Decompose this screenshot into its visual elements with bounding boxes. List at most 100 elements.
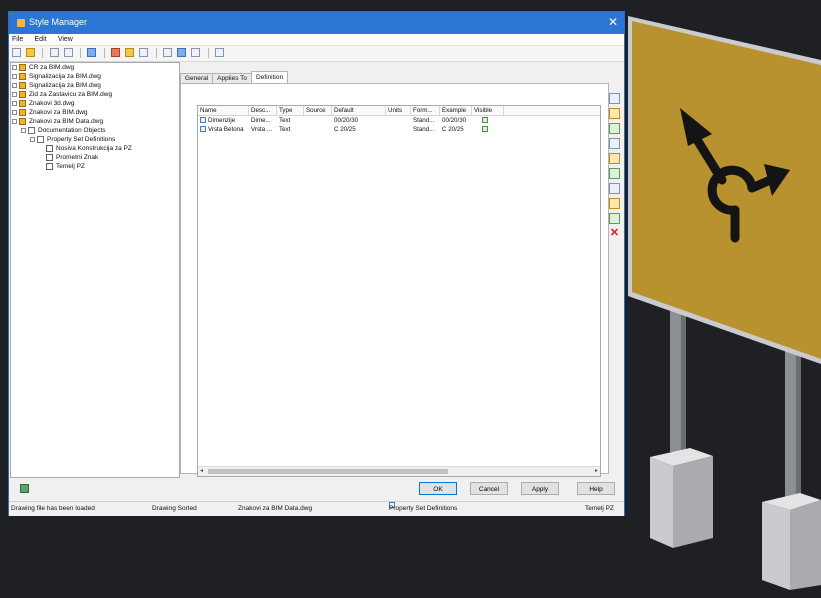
tree-expand-icon[interactable] bbox=[21, 128, 26, 133]
edit-style-icon[interactable] bbox=[110, 48, 120, 57]
tree-item[interactable]: Znakovi za BIM.dwg bbox=[11, 108, 179, 117]
cell-default: C 20/25 bbox=[334, 126, 356, 133]
visible-checkbox[interactable] bbox=[482, 117, 488, 123]
tree-expand-icon[interactable] bbox=[12, 65, 17, 70]
column-description[interactable]: Desc... bbox=[249, 106, 277, 115]
filter-icon[interactable] bbox=[177, 48, 187, 57]
add-automatic-property-icon[interactable] bbox=[609, 108, 620, 119]
new-style-icon[interactable] bbox=[125, 48, 135, 57]
folder-icon bbox=[37, 136, 44, 143]
status-message: Drawing file has been loaded bbox=[11, 505, 95, 512]
set-from-icon[interactable] bbox=[139, 48, 149, 57]
tree-item[interactable]: Temelj PZ bbox=[11, 162, 179, 171]
cancel-button[interactable]: Cancel bbox=[470, 482, 508, 495]
dwg-file-icon bbox=[19, 118, 26, 125]
filter-style-type-icon[interactable] bbox=[162, 48, 172, 57]
menu-view[interactable]: View bbox=[58, 34, 73, 45]
cell-visible bbox=[472, 125, 504, 134]
tree-item[interactable]: Zid za Zastavicu za BIM.dwg bbox=[11, 90, 179, 99]
tree-expand-icon[interactable] bbox=[12, 83, 17, 88]
open-drawing-icon[interactable] bbox=[26, 48, 36, 57]
table-row[interactable]: Vrsta Betona Vrsta ... Text C 20/25 Stan… bbox=[198, 125, 600, 134]
help-icon[interactable] bbox=[214, 48, 224, 57]
column-visible[interactable]: Visible bbox=[472, 106, 504, 115]
apply-button[interactable]: Apply bbox=[521, 482, 559, 495]
cell-description: Vrsta ... bbox=[251, 126, 273, 133]
edit-property-icon[interactable] bbox=[609, 213, 620, 224]
tree-item[interactable]: Znakovi za BIM Data.dwg bbox=[11, 117, 179, 126]
tree-expand-icon[interactable] bbox=[12, 74, 17, 79]
column-source[interactable]: Source bbox=[304, 106, 332, 115]
style-manager-window: Style Manager ✕ File Edit View CR za BIM… bbox=[8, 11, 625, 516]
view-options-icon[interactable] bbox=[191, 48, 201, 57]
tree-expand-icon[interactable] bbox=[12, 119, 17, 124]
sign-post-left-side bbox=[681, 300, 686, 452]
tree-item-label: Nosiva Konstrukcija za PZ bbox=[56, 145, 132, 152]
copy-icon[interactable] bbox=[49, 48, 59, 57]
tree-item[interactable]: Property Set Definitions bbox=[11, 135, 179, 144]
scroll-right-arrow-icon[interactable]: ▸ bbox=[595, 467, 598, 476]
tree-item[interactable]: Signalizacija za BIM.dwg bbox=[11, 81, 179, 90]
table-row[interactable]: Dimenzije Dime... Text 00/20/30 Stand...… bbox=[198, 116, 600, 125]
purge-icon[interactable] bbox=[87, 48, 97, 57]
tree-expand-icon[interactable] bbox=[12, 110, 17, 115]
foundation-left bbox=[650, 448, 713, 548]
column-default[interactable]: Default bbox=[332, 106, 386, 115]
style-manager-status-icon bbox=[20, 484, 29, 493]
close-window-icon[interactable]: ✕ bbox=[608, 15, 618, 29]
paste-icon[interactable] bbox=[63, 48, 73, 57]
folder-icon bbox=[28, 127, 35, 134]
status-category: Property Set Definitions bbox=[389, 505, 458, 512]
toolbar-separator bbox=[207, 48, 209, 58]
add-project-icon[interactable] bbox=[609, 198, 620, 209]
style-tree[interactable]: CR za BIM.dwg Signalizacija za BIM.dwg Sig… bbox=[10, 62, 180, 478]
tree-expand-icon[interactable] bbox=[12, 101, 17, 106]
property-definition-grid[interactable]: Name Desc... Type Source Default Units F… bbox=[197, 105, 601, 477]
tree-item[interactable]: Nosiva Konstrukcija za PZ bbox=[11, 144, 179, 153]
add-classification-icon[interactable] bbox=[609, 153, 620, 164]
sign-post-right-side bbox=[796, 345, 801, 500]
status-sort: Drawing Sorted bbox=[152, 505, 197, 512]
tree-item[interactable]: Signalizacija za BIM.dwg bbox=[11, 72, 179, 81]
add-formula-icon[interactable] bbox=[609, 123, 620, 134]
add-material-icon[interactable] bbox=[609, 168, 620, 179]
property-icon bbox=[200, 117, 206, 123]
add-graphic-icon[interactable] bbox=[609, 183, 620, 194]
tree-item[interactable]: Prometni Znak bbox=[11, 153, 179, 162]
tree-expand-icon[interactable] bbox=[12, 92, 17, 97]
sign-post-right bbox=[785, 345, 796, 500]
cell-example: C 20/25 bbox=[442, 126, 464, 133]
tree-expand-icon[interactable] bbox=[30, 137, 35, 142]
toolbar-separator bbox=[103, 48, 105, 58]
dwg-file-icon bbox=[19, 73, 26, 80]
definition-panel: General Applies To Definition Name Desc...… bbox=[180, 71, 609, 477]
scroll-left-arrow-icon[interactable]: ◂ bbox=[200, 467, 203, 476]
scrollbar-thumb[interactable] bbox=[208, 469, 448, 474]
column-type[interactable]: Type bbox=[277, 106, 304, 115]
column-example[interactable]: Example bbox=[440, 106, 472, 115]
tree-item[interactable]: Documentation Objects bbox=[11, 126, 179, 135]
new-drawing-icon[interactable] bbox=[12, 48, 21, 57]
column-format[interactable]: Form... bbox=[411, 106, 440, 115]
add-property-icon[interactable] bbox=[609, 93, 620, 104]
column-units[interactable]: Units bbox=[386, 106, 411, 115]
delete-icon[interactable]: ✕ bbox=[609, 228, 620, 239]
cell-format: Stand... bbox=[413, 126, 435, 133]
property-actions: ✕ bbox=[609, 93, 623, 243]
ok-button[interactable]: OK bbox=[419, 482, 457, 495]
menu-edit[interactable]: Edit bbox=[35, 34, 47, 45]
tree-item-label: Znakovi 3d.dwg bbox=[29, 100, 75, 107]
add-location-icon[interactable] bbox=[609, 138, 620, 149]
property-name: Dimenzije bbox=[208, 117, 236, 124]
tree-item[interactable]: CR za BIM.dwg bbox=[11, 63, 179, 72]
cell-name: Dimenzije bbox=[198, 116, 249, 125]
visible-checkbox[interactable] bbox=[482, 126, 488, 132]
tree-item-label: Signalizacija za BIM.dwg bbox=[29, 73, 101, 80]
tree-item[interactable]: Znakovi 3d.dwg bbox=[11, 99, 179, 108]
horizontal-scrollbar[interactable]: ◂ ▸ bbox=[198, 466, 600, 476]
dwg-file-icon bbox=[19, 100, 26, 107]
column-name[interactable]: Name bbox=[198, 106, 249, 115]
cell-type: Text bbox=[279, 126, 291, 133]
menu-file[interactable]: File bbox=[12, 34, 23, 45]
help-button[interactable]: Help bbox=[577, 482, 615, 495]
